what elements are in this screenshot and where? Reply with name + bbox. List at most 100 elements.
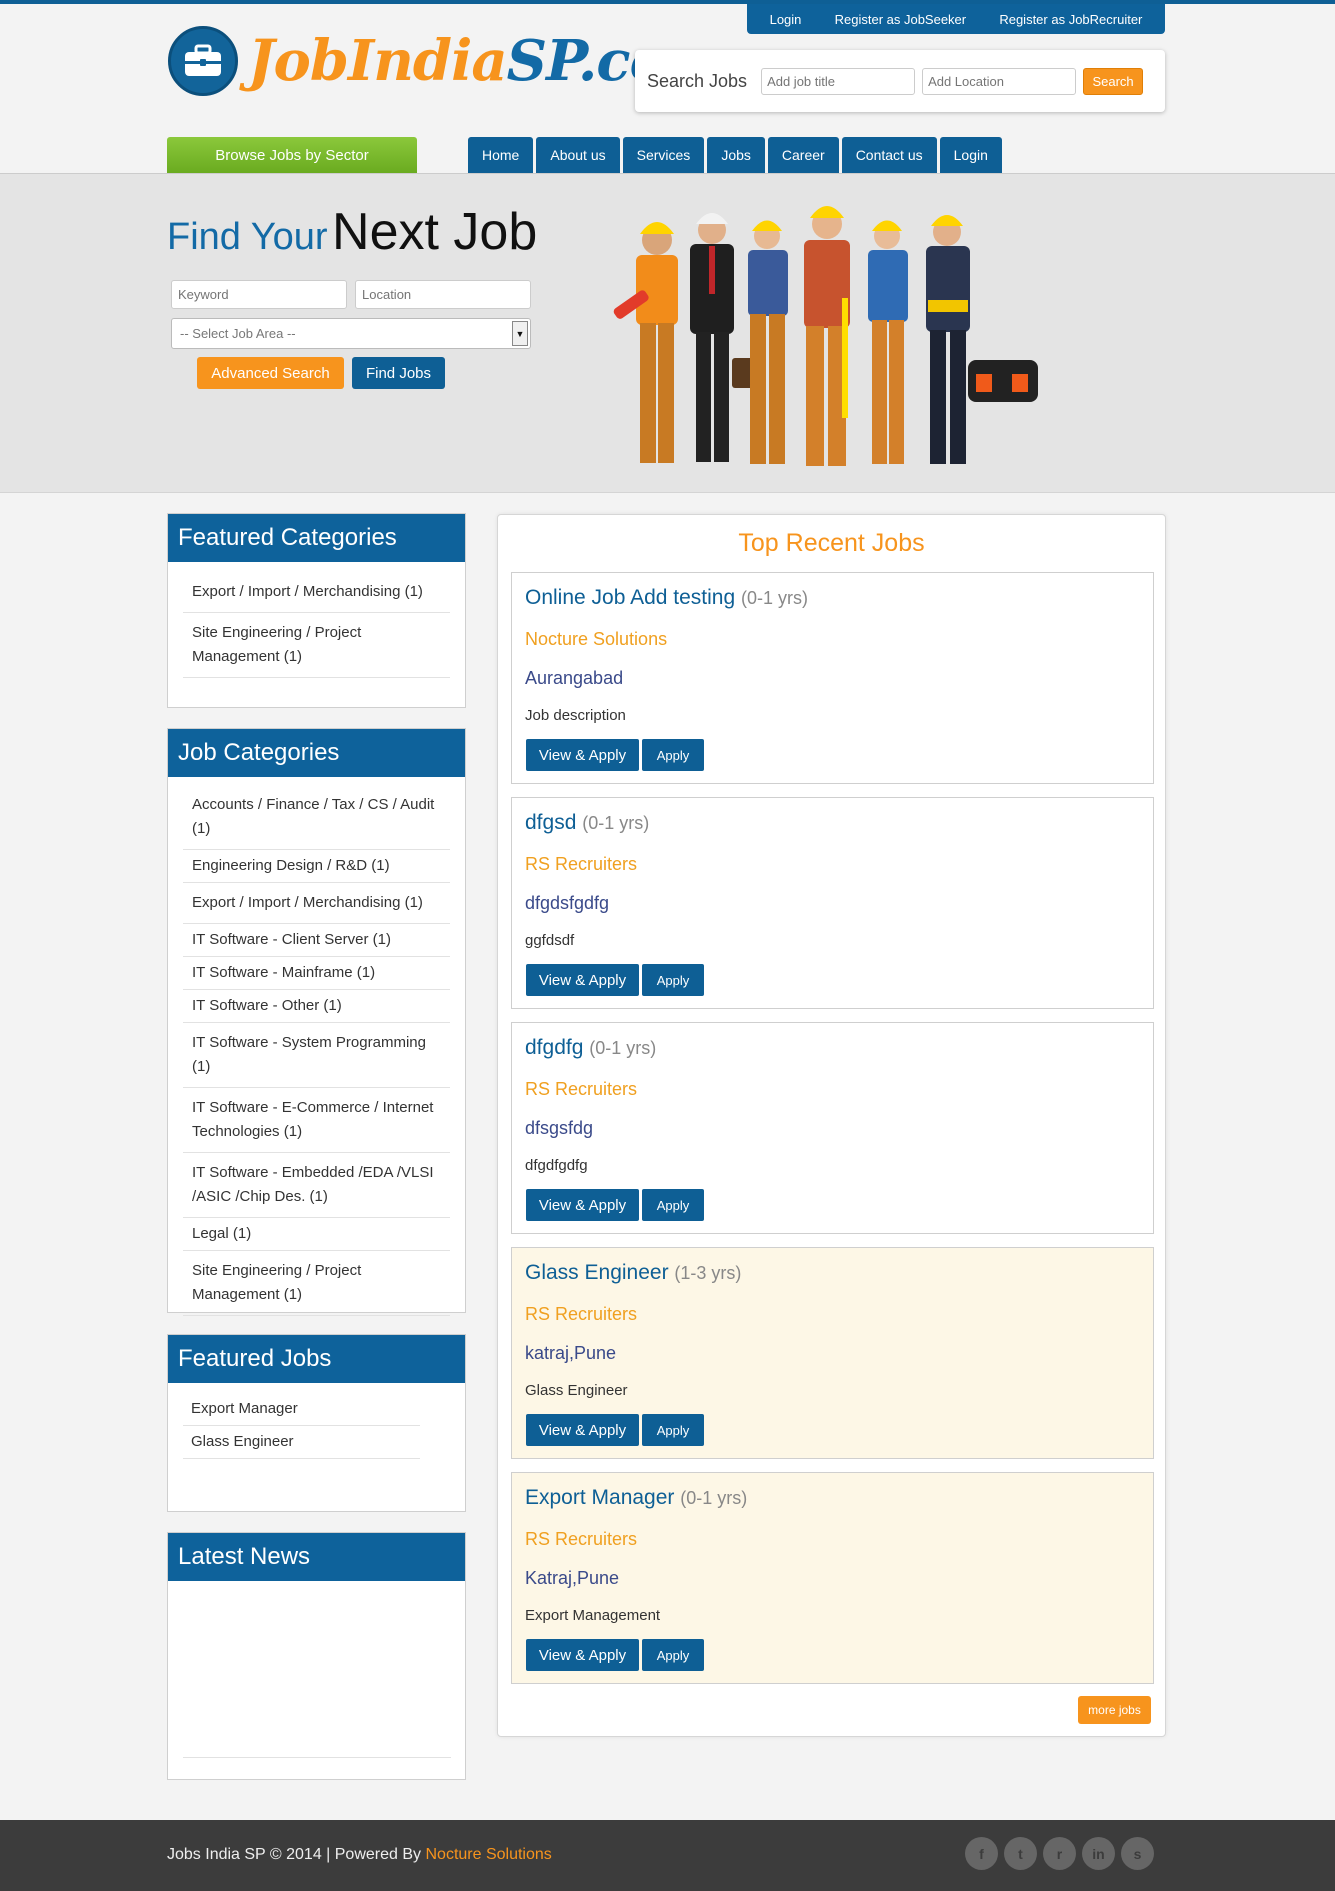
list-item[interactable]: Site Engineering / Project Management (1… — [183, 613, 450, 678]
job-title[interactable]: Online Job Add testing (0-1 yrs) — [525, 586, 808, 610]
apply-button[interactable]: Apply — [642, 739, 704, 771]
browse-by-sector-button[interactable]: Browse Jobs by Sector — [167, 137, 417, 173]
list-item[interactable]: IT Software - Mainframe (1) — [183, 957, 450, 990]
nav-jobs[interactable]: Jobs — [707, 137, 765, 173]
job-experience: (0-1 yrs) — [680, 1488, 748, 1508]
list-item[interactable]: Export Manager — [183, 1393, 420, 1426]
facebook-icon[interactable]: f — [965, 1837, 998, 1870]
job-experience: (0-1 yrs) — [589, 1038, 657, 1058]
latest-news-title: Latest News — [168, 1533, 465, 1581]
featured-jobs-list: Export Manager Glass Engineer — [168, 1383, 465, 1459]
list-item[interactable]: Engineering Design / R&D (1) — [183, 850, 450, 883]
recent-jobs-panel: Top Recent Jobs Online Job Add testing (… — [497, 514, 1166, 1737]
advanced-search-button[interactable]: Advanced Search — [197, 357, 344, 389]
skype-icon[interactable]: s — [1121, 1837, 1154, 1870]
header-search-box: Search Jobs Search — [635, 50, 1165, 112]
hero-title: Find Your Next Job — [167, 202, 537, 262]
job-card: Export Manager (0-1 yrs) RS Recruiters K… — [511, 1472, 1154, 1684]
hero-title-part1: Find Your — [167, 216, 328, 258]
latest-news-content — [183, 1757, 451, 1758]
view-apply-button[interactable]: View & Apply — [526, 739, 639, 771]
header-search-button[interactable]: Search — [1083, 67, 1144, 95]
hero-location-input[interactable] — [355, 280, 531, 309]
job-title-text[interactable]: dfgsd — [525, 811, 576, 834]
nav-contact-us[interactable]: Contact us — [841, 137, 937, 173]
footer-powered-link[interactable]: Nocture Solutions — [425, 1846, 551, 1863]
list-item[interactable]: Glass Engineer — [183, 1426, 420, 1459]
social-links: f t r in s — [965, 1837, 1160, 1870]
apply-button[interactable]: Apply — [642, 1639, 704, 1671]
more-jobs-button[interactable]: more jobs — [1078, 1696, 1151, 1724]
nav-home[interactable]: Home — [468, 137, 534, 173]
view-apply-button[interactable]: View & Apply — [526, 964, 639, 996]
featured-categories-panel: Featured Categories Export / Import / Me… — [167, 513, 466, 708]
job-title-text[interactable]: Online Job Add testing — [525, 586, 735, 609]
featured-categories-list: Export / Import / Merchandising (1) Site… — [168, 562, 465, 678]
nav-about-us[interactable]: About us — [536, 137, 620, 173]
nav-services[interactable]: Services — [622, 137, 705, 173]
job-title-text[interactable]: Glass Engineer — [525, 1261, 669, 1284]
job-title-text[interactable]: dfgdfg — [525, 1036, 583, 1059]
rss-icon[interactable]: r — [1043, 1837, 1076, 1870]
job-location: katraj,Pune — [525, 1343, 617, 1363]
job-description: ggfdsdf — [525, 932, 575, 949]
job-card: dfgsd (0-1 yrs) RS Recruiters dfgdsfgdfg… — [511, 797, 1154, 1009]
find-jobs-button[interactable]: Find Jobs — [352, 357, 445, 389]
chevron-down-icon[interactable]: ▼ — [512, 321, 528, 346]
job-card: dfgdfg (0-1 yrs) RS Recruiters dfsgsfdg … — [511, 1022, 1154, 1234]
job-title[interactable]: Export Manager (0-1 yrs) — [525, 1486, 747, 1510]
twitter-icon[interactable]: t — [1004, 1837, 1037, 1870]
view-apply-button[interactable]: View & Apply — [526, 1189, 639, 1221]
list-item[interactable]: Export / Import / Merchandising (1) — [183, 572, 450, 613]
list-item[interactable]: IT Software - Other (1) — [183, 990, 450, 1023]
job-area-select[interactable]: -- Select Job Area -- ▼ — [171, 318, 531, 349]
top-login-link[interactable]: Login — [770, 12, 802, 27]
featured-categories-title: Featured Categories — [168, 514, 465, 562]
job-title[interactable]: dfgdfg (0-1 yrs) — [525, 1036, 656, 1060]
job-description: Glass Engineer — [525, 1382, 628, 1399]
keyword-input[interactable] — [171, 280, 347, 309]
nav-login[interactable]: Login — [939, 137, 1002, 173]
job-experience: (1-3 yrs) — [674, 1263, 742, 1283]
job-location: dfsgsfdg — [525, 1118, 594, 1138]
job-location: dfgdsfgdfg — [525, 893, 610, 913]
register-jobseeker-link[interactable]: Register as JobSeeker — [835, 12, 967, 27]
job-title-text[interactable]: Export Manager — [525, 1486, 674, 1509]
list-item[interactable]: IT Software - Client Server (1) — [183, 924, 450, 957]
apply-button[interactable]: Apply — [642, 1414, 704, 1446]
job-company: Nocture Solutions — [525, 629, 668, 649]
list-item[interactable]: Accounts / Finance / Tax / CS / Audit (1… — [183, 785, 450, 850]
list-item[interactable]: Export / Import / Merchandising (1) — [183, 883, 450, 924]
view-apply-button[interactable]: View & Apply — [526, 1414, 639, 1446]
header-location-input[interactable] — [922, 67, 1077, 95]
job-company: RS Recruiters — [525, 854, 638, 874]
workers-group-image — [613, 206, 1038, 466]
linkedin-icon[interactable]: in — [1082, 1837, 1115, 1870]
job-card: Online Job Add testing (0-1 yrs) Nocture… — [511, 572, 1154, 784]
apply-button[interactable]: Apply — [642, 1189, 704, 1221]
featured-jobs-panel: Featured Jobs Export Manager Glass Engin… — [167, 1334, 466, 1512]
job-experience: (0-1 yrs) — [582, 813, 650, 833]
footer-text: Jobs India SP © 2014 | Powered By Noctur… — [167, 1846, 552, 1864]
apply-button[interactable]: Apply — [642, 964, 704, 996]
job-description: Job description — [525, 707, 626, 724]
job-title[interactable]: Glass Engineer (1-3 yrs) — [525, 1261, 741, 1285]
job-location: Katraj,Pune — [525, 1568, 620, 1588]
list-item[interactable]: IT Software - E-Commerce / Internet Tech… — [183, 1088, 450, 1153]
nav-career[interactable]: Career — [767, 137, 839, 173]
view-apply-button[interactable]: View & Apply — [526, 1639, 639, 1671]
register-jobrecruiter-link[interactable]: Register as JobRecruiter — [999, 12, 1142, 27]
featured-jobs-title: Featured Jobs — [168, 1335, 465, 1383]
job-title-input[interactable] — [761, 67, 916, 95]
job-location: Aurangabad — [525, 668, 624, 688]
list-item[interactable]: IT Software - System Programming (1) — [183, 1023, 450, 1088]
list-item[interactable]: Site Engineering / Project Management (1… — [183, 1251, 450, 1316]
logo-text-part1: JobIndia — [248, 28, 508, 94]
recent-jobs-title: Top Recent Jobs — [738, 529, 925, 557]
list-item[interactable]: IT Software - Embedded /EDA /VLSI /ASIC … — [183, 1153, 450, 1218]
list-item[interactable]: Legal (1) — [183, 1218, 450, 1251]
job-experience: (0-1 yrs) — [741, 588, 808, 608]
search-jobs-label: Search Jobs — [647, 70, 748, 91]
job-title[interactable]: dfgsd (0-1 yrs) — [525, 811, 649, 835]
main-nav: Home About us Services Jobs Career Conta… — [468, 137, 1005, 173]
